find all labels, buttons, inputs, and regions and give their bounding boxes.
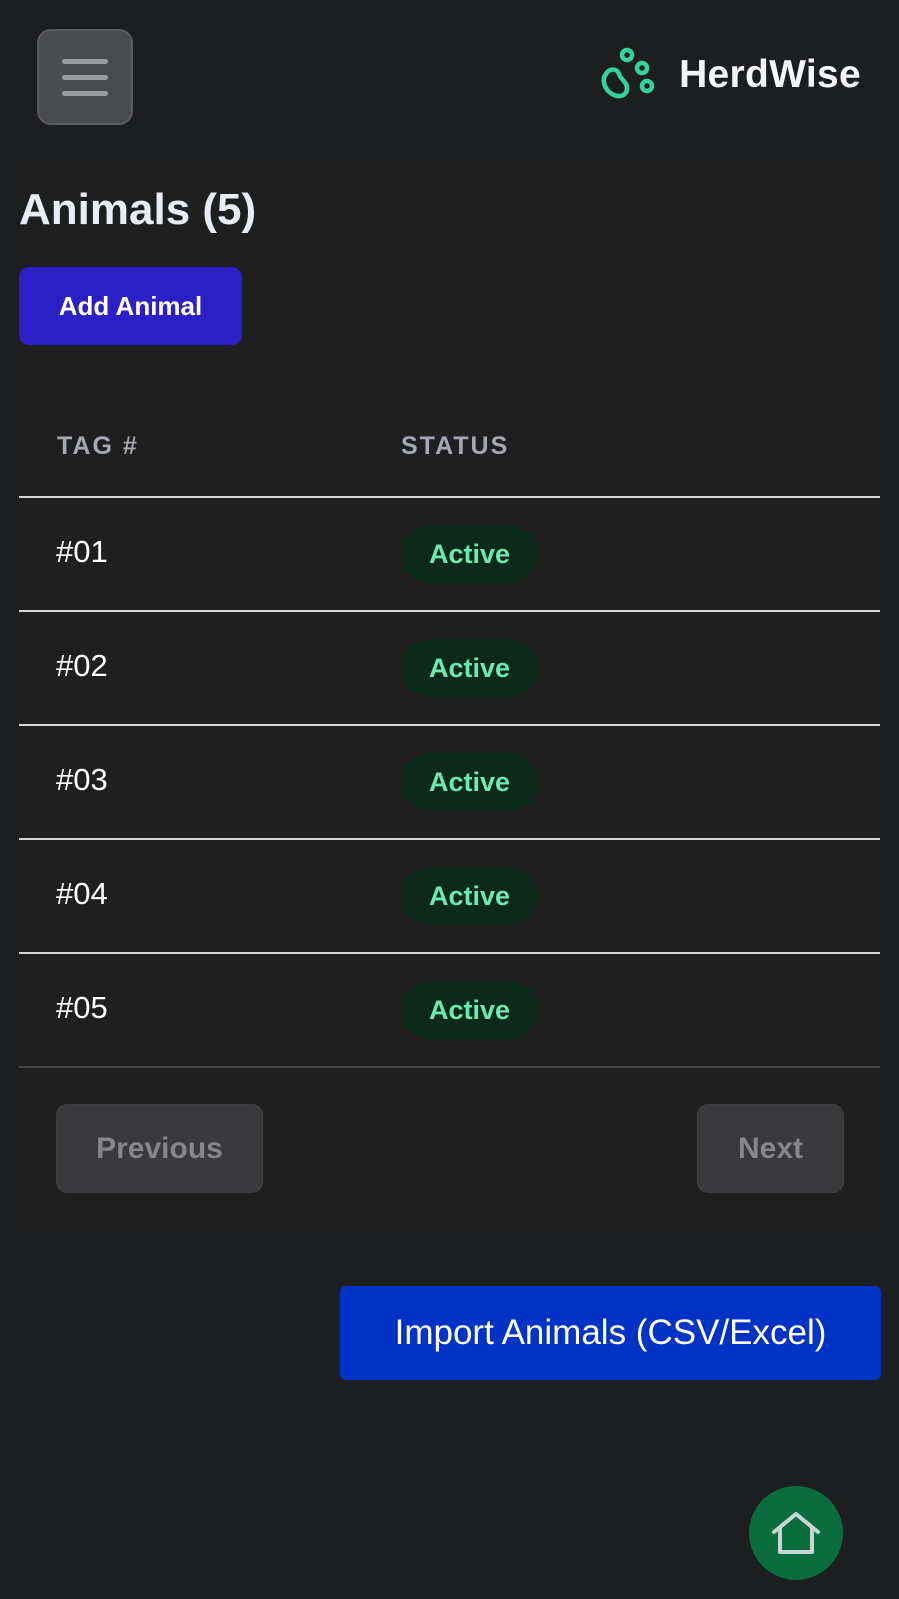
table-row[interactable]: #02 Active (19, 612, 880, 726)
status-badge: Active (401, 525, 539, 583)
table-row[interactable]: #05 Active (19, 954, 880, 1068)
brand-name: HerdWise (679, 53, 861, 96)
column-header-tag: TAG # (57, 432, 139, 460)
column-header-status: STATUS (401, 432, 510, 460)
next-page-button[interactable]: Next (697, 1104, 844, 1193)
status-badge: Active (401, 753, 539, 811)
app-page: HerdWise Animals (5) Add Animal TAG # ST… (0, 0, 899, 1599)
tag-cell: #04 (56, 876, 108, 911)
previous-page-button[interactable]: Previous (56, 1104, 263, 1193)
page-title: Animals (5) (19, 185, 257, 234)
status-badge: Active (401, 639, 539, 697)
hamburger-menu-icon (62, 58, 108, 64)
table-row[interactable]: #01 Active (19, 498, 880, 612)
home-button[interactable] (749, 1486, 843, 1580)
paw-icon (601, 47, 655, 99)
tag-cell: #05 (56, 990, 108, 1025)
brand-logo[interactable]: HerdWise (597, 44, 861, 106)
import-animals-button[interactable]: Import Animals (CSV/Excel) (340, 1286, 881, 1380)
tag-cell: #01 (56, 534, 108, 569)
table-header: TAG # STATUS (19, 404, 880, 498)
status-badge: Active (401, 981, 539, 1039)
hamburger-menu-icon-bar (62, 74, 108, 80)
table-row[interactable]: #04 Active (19, 840, 880, 954)
table-row[interactable]: #03 Active (19, 726, 880, 840)
add-animal-button[interactable]: Add Animal (19, 267, 242, 345)
animals-table: TAG # STATUS #01 Active #02 Active #03 A… (19, 404, 880, 1068)
tag-cell: #03 (56, 762, 108, 797)
home-icon (772, 1512, 820, 1554)
menu-button[interactable] (37, 29, 133, 125)
hamburger-menu-icon-bar (62, 90, 108, 96)
status-badge: Active (401, 867, 539, 925)
tag-cell: #02 (56, 648, 108, 683)
